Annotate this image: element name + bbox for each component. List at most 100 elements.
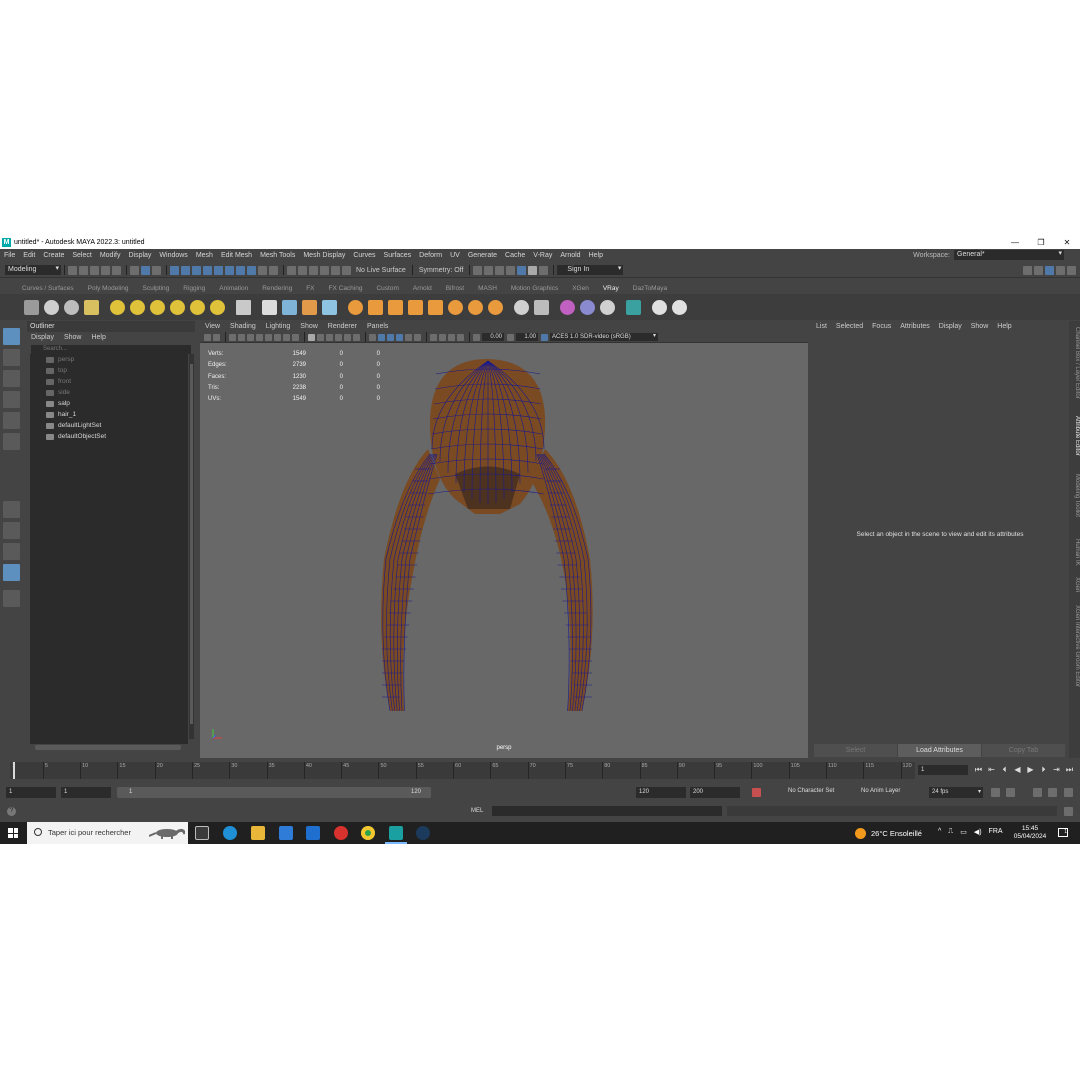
weather-widget[interactable]: 26°C Ensoleillé (855, 828, 922, 839)
pick-dynamic-icon[interactable] (225, 265, 234, 275)
arnold-render-icon[interactable] (528, 265, 538, 275)
image-plane-icon[interactable] (238, 333, 245, 341)
vray-rect-light-icon[interactable] (130, 299, 145, 315)
menu-generate[interactable]: Generate (468, 252, 497, 259)
outliner-item[interactable]: front (30, 376, 188, 387)
vray-frame-buffer-icon[interactable] (64, 299, 79, 315)
copy-tab-button[interactable]: Copy Tab (982, 744, 1065, 757)
select-component-icon[interactable] (152, 265, 161, 275)
outliner-vertical-scrollbar[interactable] (189, 354, 194, 739)
vray-gear-icon[interactable] (488, 299, 503, 315)
bookmarks-icon[interactable] (229, 333, 236, 341)
viewport-menu-panels[interactable]: Panels (367, 321, 388, 332)
pick-surface-icon[interactable] (203, 265, 212, 275)
render-view-icon[interactable] (473, 265, 483, 275)
snap-curve-icon[interactable] (298, 265, 307, 275)
shelf-tab-bifrost[interactable]: Bifrost (446, 285, 464, 292)
xray-joints-icon[interactable] (387, 333, 394, 341)
cache-playback-icon[interactable] (1033, 788, 1042, 797)
vray-scene-icon[interactable] (282, 299, 297, 315)
go-to-start-icon[interactable]: ⏮ (972, 765, 985, 775)
shelf-tab-rendering[interactable]: Rendering (262, 285, 292, 292)
step-forward-key-icon[interactable]: ⇥ (1050, 765, 1063, 775)
tab-human-ik[interactable]: Human IK (1069, 539, 1080, 566)
menu-display[interactable]: Display (128, 252, 151, 259)
rotate-tool-icon[interactable] (3, 412, 20, 429)
undo-icon[interactable] (101, 265, 110, 275)
shelf-tab-arnold[interactable]: Arnold (413, 285, 432, 292)
menu-arnold[interactable]: Arnold (560, 252, 580, 259)
use-all-lights-icon[interactable] (353, 333, 360, 341)
zoom-tool-icon[interactable] (3, 590, 20, 607)
snap-history-icon[interactable] (342, 265, 351, 275)
vray-proxy-icon[interactable] (262, 299, 277, 315)
pick-mask-icon[interactable] (170, 265, 179, 275)
vray-sun-light-icon[interactable] (210, 299, 225, 315)
vray-settings-icon[interactable] (84, 299, 99, 315)
vray-fur-icon[interactable] (302, 299, 317, 315)
channel-box-toggle-icon[interactable] (1067, 265, 1076, 275)
menu-deform[interactable]: Deform (419, 252, 442, 259)
snap-live-icon[interactable] (331, 265, 340, 275)
outliner-item[interactable]: top (30, 365, 188, 376)
viewport-menu-lighting[interactable]: Lighting (266, 321, 291, 332)
shelf-tab-fx[interactable]: FX (306, 285, 314, 292)
ipr-render-icon[interactable] (495, 265, 505, 275)
maya-taskbar-icon[interactable] (385, 826, 407, 844)
save-scene-icon[interactable] (90, 265, 99, 275)
vray-blend-material-icon[interactable] (368, 299, 383, 315)
vray-dirt-icon[interactable] (468, 299, 483, 315)
pick-curve-icon[interactable] (192, 265, 201, 275)
pick-render-icon[interactable] (236, 265, 245, 275)
vray-mesh-light-icon[interactable] (170, 299, 185, 315)
edge-browser-icon[interactable] (223, 826, 237, 840)
single-perspective-layout-icon[interactable] (3, 501, 20, 518)
shelf-tab-daztomaya[interactable]: DazToMaya (633, 285, 667, 292)
mail-icon[interactable] (306, 826, 320, 840)
outliner-item[interactable]: side (30, 387, 188, 398)
menu-set-dropdown[interactable]: Modeling (5, 264, 61, 275)
vray-hair-material-icon[interactable] (388, 299, 403, 315)
scale-tool-icon[interactable] (3, 433, 20, 450)
language-indicator[interactable]: FRA (989, 828, 1003, 836)
help-icon[interactable]: ? (7, 807, 16, 816)
isolate-select-icon[interactable] (430, 333, 437, 341)
snap-grid-icon[interactable] (287, 265, 296, 275)
wireframe-icon[interactable] (308, 333, 315, 341)
attr-menu-selected[interactable]: Selected (836, 321, 863, 332)
step-forward-frame-icon[interactable]: ⏵ (1037, 765, 1050, 775)
vray-ipr-icon[interactable] (44, 299, 59, 315)
menu-file[interactable]: File (4, 252, 15, 259)
attr-menu-attributes[interactable]: Attributes (900, 321, 930, 332)
chrome-browser-icon[interactable] (361, 826, 375, 840)
motion-blur-icon[interactable] (448, 333, 455, 341)
snap-point-icon[interactable] (309, 265, 318, 275)
network-icon[interactable]: ⎍ (948, 828, 953, 836)
hud-icon[interactable] (457, 333, 464, 341)
menu-uv[interactable]: UV (450, 252, 460, 259)
command-input[interactable] (492, 806, 722, 816)
viewport-menu-show[interactable]: Show (300, 321, 318, 332)
exposure-field[interactable]: 0.00 (482, 333, 504, 341)
task-view-icon[interactable] (195, 826, 209, 840)
colorspace-dropdown[interactable]: ACES 1.0 SDR-video (sRGB) (550, 332, 658, 341)
prefs-icon[interactable] (1064, 788, 1073, 797)
shelf-tab-poly-modeling[interactable]: Poly Modeling (88, 285, 129, 292)
camera-attributes-icon[interactable] (213, 333, 220, 341)
vray-clipper-icon[interactable] (322, 299, 337, 315)
2d-pan-zoom-icon[interactable] (247, 333, 254, 341)
outliner-menu-show[interactable]: Show (64, 332, 82, 343)
shelf-tab-sculpting[interactable]: Sculpting (143, 285, 170, 292)
current-time-marker[interactable] (13, 762, 15, 779)
vray-vfb-icon[interactable] (514, 299, 529, 315)
vray-lightmix-icon[interactable] (534, 299, 549, 315)
playback-start-field[interactable]: 1 (61, 787, 111, 798)
shadows-icon[interactable] (369, 333, 376, 341)
default-material-icon[interactable] (326, 333, 333, 341)
pick-misc-icon[interactable] (247, 265, 256, 275)
outliner-layout-icon[interactable] (3, 564, 20, 581)
outliner-horizontal-scrollbar[interactable] (35, 745, 181, 750)
attr-menu-help[interactable]: Help (997, 321, 1011, 332)
vray-multimatte-icon[interactable] (580, 299, 595, 315)
loop-icon[interactable] (991, 788, 1000, 797)
